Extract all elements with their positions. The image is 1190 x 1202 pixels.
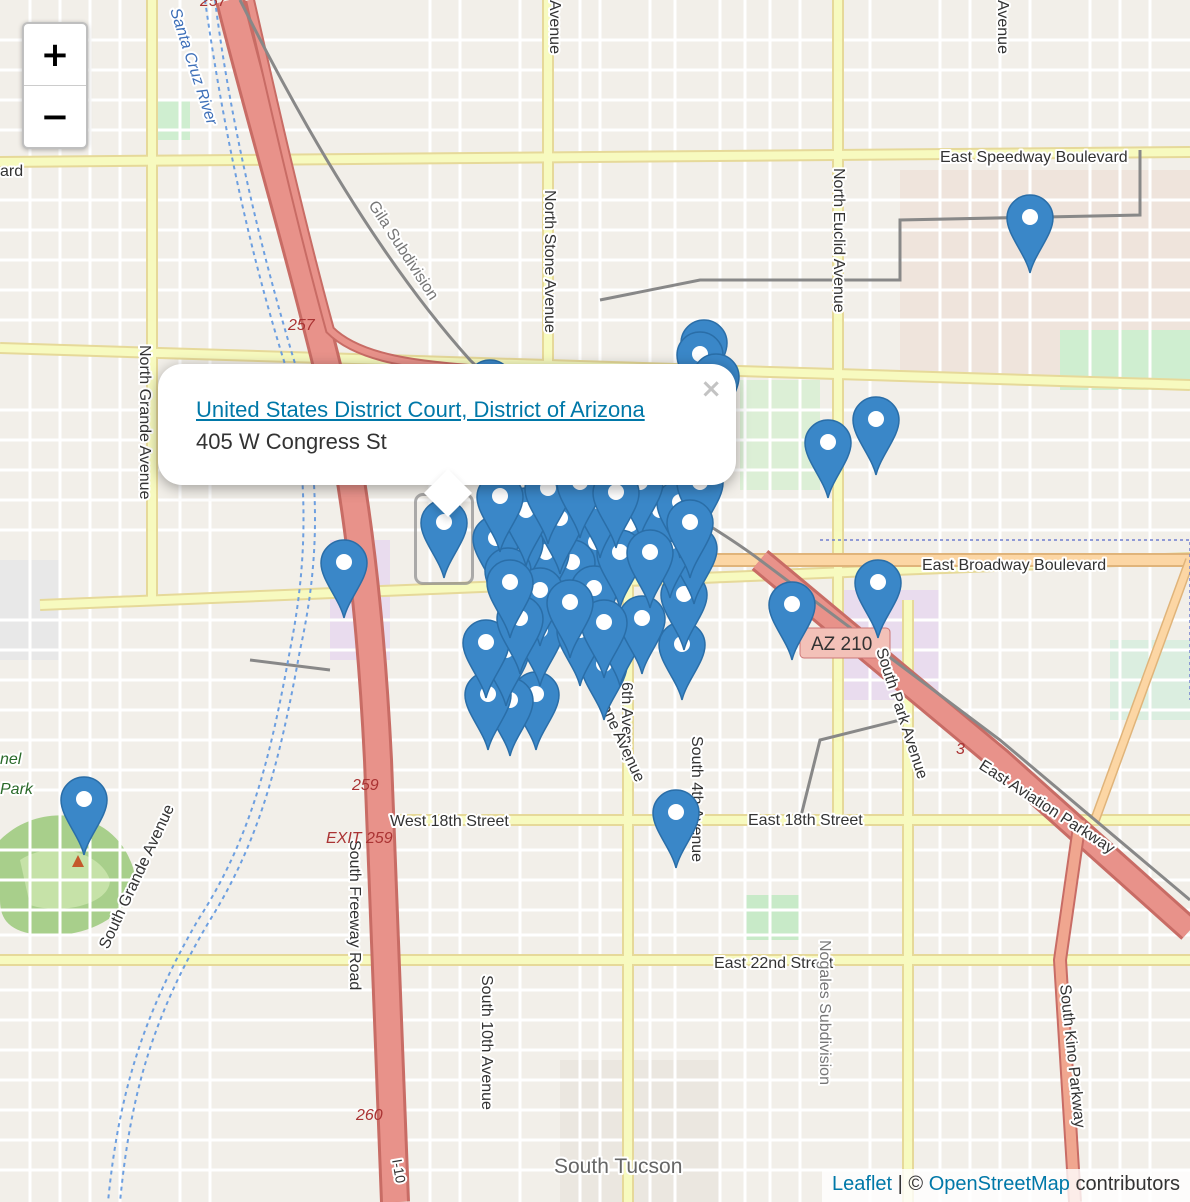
popup-content: United States District Court, District o… xyxy=(196,394,645,458)
map-marker-icon[interactable] xyxy=(545,578,595,660)
map-marker-icon[interactable] xyxy=(319,538,369,620)
label-259: 259 xyxy=(351,777,379,794)
popup-close-icon[interactable]: × xyxy=(700,374,722,404)
label-broadway: East Broadway Boulevard xyxy=(922,557,1106,574)
label-avenue-top2: Avenue xyxy=(994,0,1011,54)
label-park: Park xyxy=(0,781,34,798)
zoom-out-button[interactable]: − xyxy=(24,86,86,147)
label-e22nd: East 22nd Street xyxy=(714,955,834,972)
label-260: 260 xyxy=(355,1107,383,1124)
label-e18th: East 18th Street xyxy=(748,812,863,829)
map-marker-icon[interactable] xyxy=(485,558,535,640)
map-marker-icon[interactable] xyxy=(1005,193,1055,275)
label-speedway: East Speedway Boulevard xyxy=(940,149,1128,166)
label-stone: North Stone Avenue xyxy=(541,190,558,333)
label-257a: 257 xyxy=(199,0,228,10)
label-exit259: EXIT 259 xyxy=(326,830,393,847)
label-euclid: North Euclid Avenue xyxy=(830,168,847,313)
popup-address: 405 W Congress St xyxy=(196,429,387,454)
label-ard: ard xyxy=(0,163,23,180)
label-257b: 257 xyxy=(287,317,316,334)
label-w18th: West 18th Street xyxy=(390,813,509,830)
map-marker-icon[interactable] xyxy=(625,528,675,610)
attribution: Leaflet | © OpenStreetMap contributors xyxy=(822,1169,1190,1202)
popup-title-link[interactable]: United States District Court, District o… xyxy=(196,397,645,422)
label-nogales: Nogales Subdivision xyxy=(816,940,833,1085)
label-grande-n: North Grande Avenue xyxy=(136,345,153,500)
zoom-in-button[interactable]: + xyxy=(24,24,86,86)
label-nel: nel xyxy=(0,751,22,768)
label-avenue-top1: Avenue xyxy=(546,0,563,54)
label-freeway: South Freeway Road xyxy=(346,840,363,990)
map-marker-icon[interactable] xyxy=(803,418,853,500)
map-canvas[interactable]: AZ 210 East Speedway Boulevard East Broa… xyxy=(0,0,1190,1202)
osm-link[interactable]: OpenStreetMap xyxy=(929,1173,1070,1195)
map-marker-icon[interactable] xyxy=(651,788,701,870)
map-marker-icon[interactable] xyxy=(59,775,109,857)
attribution-suffix: contributors xyxy=(1075,1173,1181,1195)
info-popup: United States District Court, District o… xyxy=(158,364,736,518)
map-marker-icon[interactable] xyxy=(851,395,901,477)
leaflet-link[interactable]: Leaflet xyxy=(832,1173,892,1195)
attribution-separator: | © xyxy=(897,1173,924,1195)
label-tenth: South 10th Avenue xyxy=(478,975,495,1110)
zoom-control: + − xyxy=(22,22,88,149)
map-marker-icon[interactable] xyxy=(767,580,817,662)
map-marker-icon[interactable] xyxy=(853,558,903,640)
label-3: 3 xyxy=(956,741,965,758)
label-south-tucson: South Tucson xyxy=(554,1155,682,1178)
